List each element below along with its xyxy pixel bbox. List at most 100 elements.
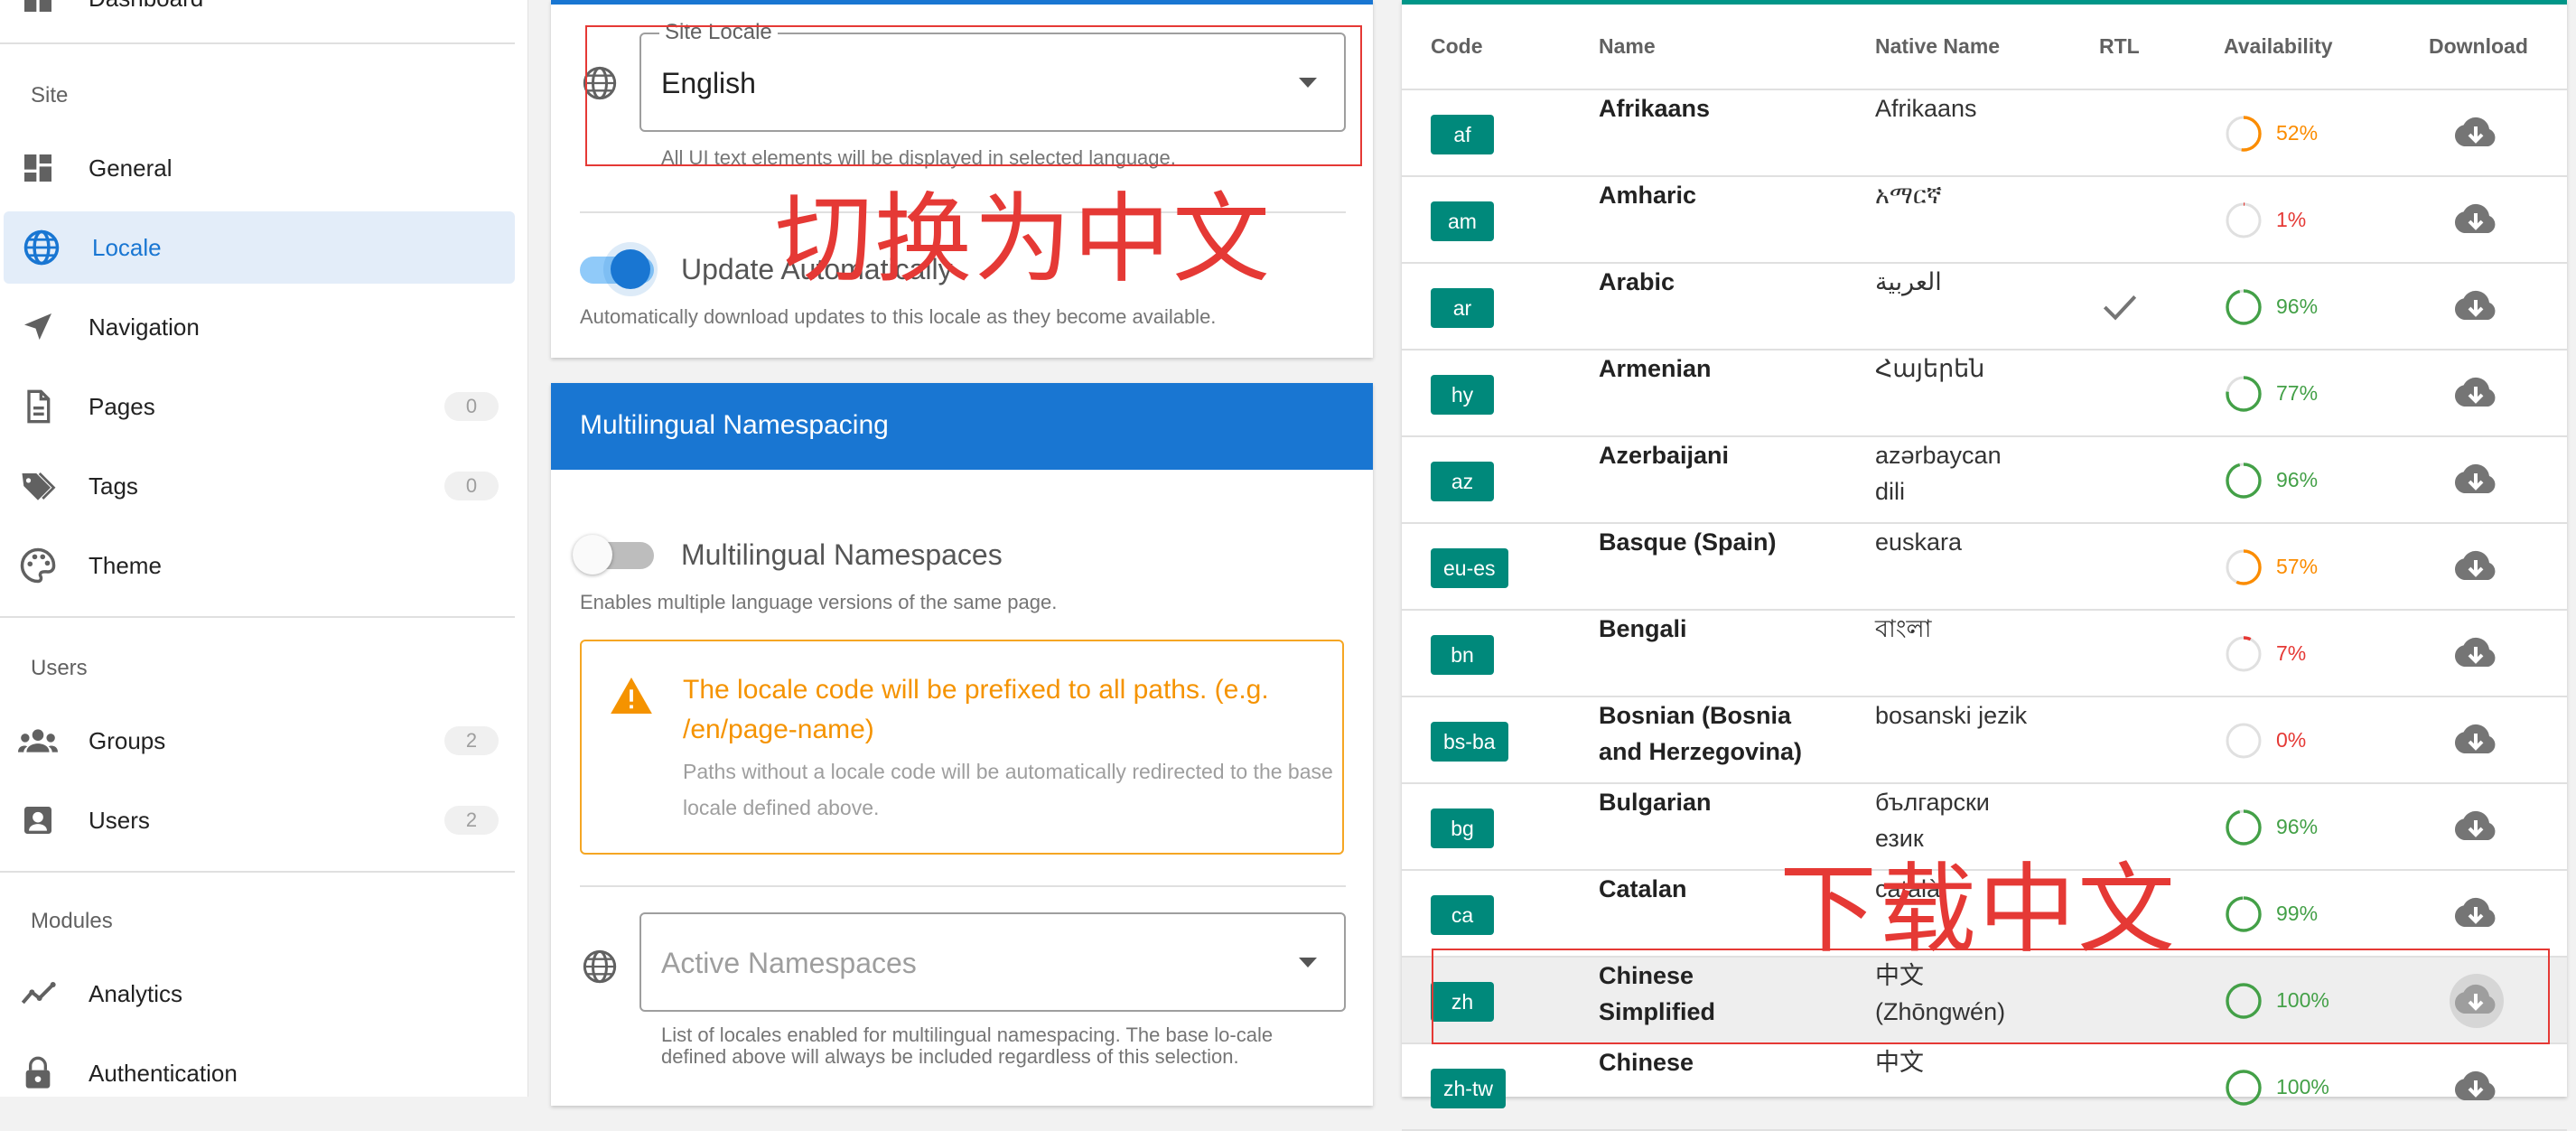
card-accent-bar [551,0,1373,5]
warning-icon [611,678,652,714]
locale-name: Bulgarian [1599,789,1712,816]
cloud-download-icon[interactable] [2452,809,2499,846]
chevron-down-icon [1299,958,1317,967]
locale-code-chip: az [1431,462,1494,501]
cloud-download-icon[interactable] [2452,116,2499,152]
cloud-download-icon[interactable] [2452,463,2499,499]
namespacing-card: Multilingual Namespacing Multilingual Na… [551,383,1373,1106]
sidebar-item-general[interactable]: General [0,132,515,204]
sidebar-item-label: Pages [89,392,155,420]
column-header-code[interactable]: Code [1431,34,1483,59]
section-label-site: Site [31,83,69,107]
table-row[interactable]: hy Armenian Հայերեն 77% [1402,351,2567,437]
locale-code-chip: bs-ba [1431,722,1508,762]
globe-icon [582,949,618,985]
sidebar-item-label: Theme [89,551,162,579]
user-box-icon [18,800,58,840]
table-row[interactable]: ar Arabic العربية 96% [1402,264,2567,351]
locale-code-chip: zh-tw [1431,1069,1506,1108]
groups-icon [18,721,58,761]
locale-name: Bengali [1599,615,1687,642]
sidebar-item-navigation[interactable]: Navigation [0,291,515,363]
availability-progress-ring [2226,549,2262,585]
active-namespaces-hint: List of locales enabled for multilingual… [661,1024,1274,1068]
ring-fill [2226,1070,2262,1106]
sidebar-item-label: Dashboard [89,0,203,13]
cloud-download-icon[interactable] [2452,1070,2499,1106]
sidebar-item-groups[interactable]: Groups 2 [0,705,515,777]
availability-percent: 52% [2276,121,2319,145]
count-badge: 0 [444,472,499,500]
table-row[interactable]: eu-es Basque (Spain) euskara 57% [1402,524,2567,611]
locale-name: Basque (Spain) [1599,528,1777,556]
availability-percent: 96% [2276,294,2319,318]
sidebar-item-label: Locale [92,233,162,261]
locale-native-name: বাংলা [1875,615,1932,642]
cloud-download-icon[interactable] [2452,376,2499,412]
sidebar-item-locale[interactable]: Locale [4,211,515,284]
cloud-download-icon[interactable] [2452,896,2499,932]
globe-icon [22,228,61,267]
multilingual-namespaces-hint: Enables multiple language versions of th… [580,591,1058,613]
sidebar-item-analytics[interactable]: Analytics [0,958,515,1030]
cloud-download-icon[interactable] [2452,723,2499,759]
annotation-highlight-chinese-row [1432,949,2550,1044]
locale-code-chip: af [1431,115,1494,154]
locale-code-chip: ca [1431,895,1494,935]
availability-percent: 99% [2276,902,2319,925]
cloud-download-icon[interactable] [2452,289,2499,325]
locale-native-name: Հայերեն [1875,355,1985,382]
analytics-icon [18,974,58,1014]
availability-progress-ring [2226,463,2262,499]
locale-name: Armenian [1599,355,1712,382]
check-icon [2102,291,2138,323]
lock-icon [18,1053,58,1093]
sidebar-item-users[interactable]: Users 2 [0,784,515,856]
dashboard-icon [18,0,58,18]
sidebar-item-dashboard[interactable]: Dashboard [0,0,515,34]
cloud-download-icon[interactable] [2452,636,2499,672]
locale-name: Bosnian (Bosnia and Herzegovina) [1599,702,1803,765]
table-row[interactable]: am Amharic አማርኛ 1% [1402,177,2567,264]
ring-fill [2226,896,2262,932]
ring-track [2226,202,2262,238]
sidebar-item-theme[interactable]: Theme [0,529,515,602]
column-header-rtl[interactable]: RTL [2099,34,2140,59]
update-automatically-hint: Automatically download updates to this l… [580,305,1217,328]
sidebar-item-tags[interactable]: Tags 0 [0,450,515,522]
cloud-download-icon[interactable] [2452,202,2499,238]
multilingual-namespaces-toggle[interactable] [573,529,659,580]
table-row[interactable]: af Afrikaans Afrikaans 52% [1402,90,2567,177]
divider [0,616,515,618]
column-header-download[interactable]: Download [2429,34,2528,59]
locale-code-chip: bg [1431,809,1494,848]
availability-percent: 96% [2276,815,2319,838]
column-header-availability[interactable]: Availability [2224,34,2333,59]
sidebar-item-pages[interactable]: Pages 0 [0,370,515,443]
availability-progress-ring [2226,896,2262,932]
column-header-name[interactable]: Name [1599,34,1656,59]
locale-name: Arabic [1599,268,1675,295]
update-automatically-toggle[interactable] [573,244,659,294]
table-row[interactable]: zh-tw Chinese 中文 100% [1402,1044,2567,1131]
palette-icon [18,546,58,585]
multilingual-namespaces-label: Multilingual Namespaces [681,538,1003,571]
cloud-download-icon[interactable] [2452,549,2499,585]
sidebar-item-authentication[interactable]: Authentication [0,1037,515,1109]
locale-native-name: azərbaycan dili [1875,442,2002,505]
ring-track [2226,723,2262,759]
availability-percent: 96% [2276,468,2319,491]
availability-percent: 1% [2276,208,2307,231]
card-header: Multilingual Namespacing [551,383,1373,470]
column-header-native-name[interactable]: Native Name [1875,34,2000,59]
table-row[interactable]: bs-ba Bosnian (Bosnia and Herzegovina) bos… [1402,697,2567,784]
locale-code-chip: am [1431,201,1494,241]
sidebar-item-label: General [89,154,173,182]
table-row[interactable]: az Azerbaijani azərbaycan dili 96% [1402,437,2567,524]
table-row[interactable]: bn Bengali বাংলা 7% [1402,611,2567,697]
page-icon [18,387,58,426]
sidebar-item-label: Navigation [89,313,200,341]
availability-percent: 57% [2276,555,2319,578]
active-namespaces-select[interactable]: Active Namespaces [639,912,1346,1012]
locale-native-name: العربية [1875,268,1942,295]
